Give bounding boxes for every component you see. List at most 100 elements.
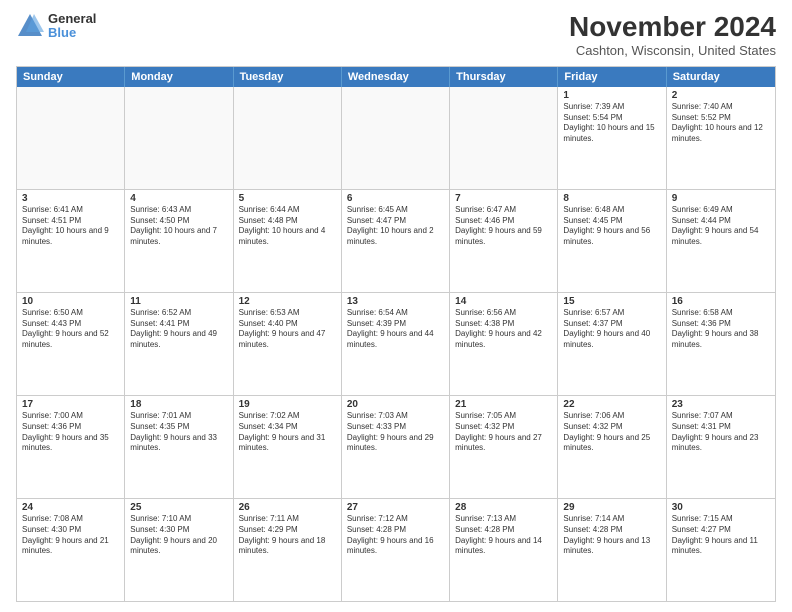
calendar-cell: 17Sunrise: 7:00 AMSunset: 4:36 PMDayligh… xyxy=(17,396,125,498)
calendar-cell: 16Sunrise: 6:58 AMSunset: 4:36 PMDayligh… xyxy=(667,293,775,395)
header-cell-monday: Monday xyxy=(125,67,233,87)
day-number: 22 xyxy=(563,399,660,410)
calendar-cell: 18Sunrise: 7:01 AMSunset: 4:35 PMDayligh… xyxy=(125,396,233,498)
day-number: 13 xyxy=(347,296,444,307)
day-info: Sunrise: 7:00 AMSunset: 4:36 PMDaylight:… xyxy=(22,411,119,454)
calendar-cell: 19Sunrise: 7:02 AMSunset: 4:34 PMDayligh… xyxy=(234,396,342,498)
calendar-cell: 20Sunrise: 7:03 AMSunset: 4:33 PMDayligh… xyxy=(342,396,450,498)
calendar-cell: 29Sunrise: 7:14 AMSunset: 4:28 PMDayligh… xyxy=(558,499,666,601)
logo-blue-text: Blue xyxy=(48,26,96,40)
day-info: Sunrise: 7:14 AMSunset: 4:28 PMDaylight:… xyxy=(563,514,660,557)
day-info: Sunrise: 6:41 AMSunset: 4:51 PMDaylight:… xyxy=(22,205,119,248)
title-block: November 2024 Cashton, Wisconsin, United… xyxy=(569,12,776,58)
calendar-cell: 8Sunrise: 6:48 AMSunset: 4:45 PMDaylight… xyxy=(558,190,666,292)
day-number: 9 xyxy=(672,193,770,204)
calendar-cell: 5Sunrise: 6:44 AMSunset: 4:48 PMDaylight… xyxy=(234,190,342,292)
calendar-row-1: 1Sunrise: 7:39 AMSunset: 5:54 PMDaylight… xyxy=(17,87,775,189)
day-number: 25 xyxy=(130,502,227,513)
day-number: 12 xyxy=(239,296,336,307)
day-number: 5 xyxy=(239,193,336,204)
day-number: 17 xyxy=(22,399,119,410)
day-info: Sunrise: 6:50 AMSunset: 4:43 PMDaylight:… xyxy=(22,308,119,351)
calendar-cell: 1Sunrise: 7:39 AMSunset: 5:54 PMDaylight… xyxy=(558,87,666,189)
calendar-row-5: 24Sunrise: 7:08 AMSunset: 4:30 PMDayligh… xyxy=(17,498,775,601)
calendar-cell: 7Sunrise: 6:47 AMSunset: 4:46 PMDaylight… xyxy=(450,190,558,292)
calendar-cell: 28Sunrise: 7:13 AMSunset: 4:28 PMDayligh… xyxy=(450,499,558,601)
day-info: Sunrise: 7:01 AMSunset: 4:35 PMDaylight:… xyxy=(130,411,227,454)
day-info: Sunrise: 7:11 AMSunset: 4:29 PMDaylight:… xyxy=(239,514,336,557)
day-info: Sunrise: 6:57 AMSunset: 4:37 PMDaylight:… xyxy=(563,308,660,351)
location: Cashton, Wisconsin, United States xyxy=(569,43,776,58)
day-info: Sunrise: 7:40 AMSunset: 5:52 PMDaylight:… xyxy=(672,102,770,145)
day-info: Sunrise: 6:49 AMSunset: 4:44 PMDaylight:… xyxy=(672,205,770,248)
header-cell-thursday: Thursday xyxy=(450,67,558,87)
day-number: 19 xyxy=(239,399,336,410)
calendar-cell: 27Sunrise: 7:12 AMSunset: 4:28 PMDayligh… xyxy=(342,499,450,601)
calendar-cell xyxy=(17,87,125,189)
calendar-cell: 21Sunrise: 7:05 AMSunset: 4:32 PMDayligh… xyxy=(450,396,558,498)
calendar-cell: 12Sunrise: 6:53 AMSunset: 4:40 PMDayligh… xyxy=(234,293,342,395)
header-cell-sunday: Sunday xyxy=(17,67,125,87)
day-info: Sunrise: 6:52 AMSunset: 4:41 PMDaylight:… xyxy=(130,308,227,351)
month-title: November 2024 xyxy=(569,12,776,43)
day-info: Sunrise: 6:58 AMSunset: 4:36 PMDaylight:… xyxy=(672,308,770,351)
day-number: 10 xyxy=(22,296,119,307)
calendar-cell xyxy=(125,87,233,189)
calendar-cell: 14Sunrise: 6:56 AMSunset: 4:38 PMDayligh… xyxy=(450,293,558,395)
calendar-cell: 11Sunrise: 6:52 AMSunset: 4:41 PMDayligh… xyxy=(125,293,233,395)
calendar-cell xyxy=(342,87,450,189)
day-number: 4 xyxy=(130,193,227,204)
day-info: Sunrise: 6:44 AMSunset: 4:48 PMDaylight:… xyxy=(239,205,336,248)
day-number: 11 xyxy=(130,296,227,307)
day-info: Sunrise: 7:10 AMSunset: 4:30 PMDaylight:… xyxy=(130,514,227,557)
day-number: 6 xyxy=(347,193,444,204)
calendar-cell: 6Sunrise: 6:45 AMSunset: 4:47 PMDaylight… xyxy=(342,190,450,292)
calendar-cell: 2Sunrise: 7:40 AMSunset: 5:52 PMDaylight… xyxy=(667,87,775,189)
day-info: Sunrise: 7:02 AMSunset: 4:34 PMDaylight:… xyxy=(239,411,336,454)
day-number: 30 xyxy=(672,502,770,513)
day-number: 20 xyxy=(347,399,444,410)
calendar-cell: 24Sunrise: 7:08 AMSunset: 4:30 PMDayligh… xyxy=(17,499,125,601)
day-info: Sunrise: 7:12 AMSunset: 4:28 PMDaylight:… xyxy=(347,514,444,557)
header-cell-wednesday: Wednesday xyxy=(342,67,450,87)
calendar-row-4: 17Sunrise: 7:00 AMSunset: 4:36 PMDayligh… xyxy=(17,395,775,498)
calendar-cell: 26Sunrise: 7:11 AMSunset: 4:29 PMDayligh… xyxy=(234,499,342,601)
day-number: 16 xyxy=(672,296,770,307)
calendar-cell: 4Sunrise: 6:43 AMSunset: 4:50 PMDaylight… xyxy=(125,190,233,292)
calendar-cell xyxy=(450,87,558,189)
calendar-cell: 23Sunrise: 7:07 AMSunset: 4:31 PMDayligh… xyxy=(667,396,775,498)
calendar-row-2: 3Sunrise: 6:41 AMSunset: 4:51 PMDaylight… xyxy=(17,189,775,292)
day-info: Sunrise: 7:06 AMSunset: 4:32 PMDaylight:… xyxy=(563,411,660,454)
calendar-cell: 13Sunrise: 6:54 AMSunset: 4:39 PMDayligh… xyxy=(342,293,450,395)
calendar-cell: 22Sunrise: 7:06 AMSunset: 4:32 PMDayligh… xyxy=(558,396,666,498)
day-info: Sunrise: 7:05 AMSunset: 4:32 PMDaylight:… xyxy=(455,411,552,454)
day-number: 1 xyxy=(563,90,660,101)
calendar-cell: 25Sunrise: 7:10 AMSunset: 4:30 PMDayligh… xyxy=(125,499,233,601)
day-number: 28 xyxy=(455,502,552,513)
day-number: 26 xyxy=(239,502,336,513)
day-info: Sunrise: 7:39 AMSunset: 5:54 PMDaylight:… xyxy=(563,102,660,145)
calendar-cell: 10Sunrise: 6:50 AMSunset: 4:43 PMDayligh… xyxy=(17,293,125,395)
calendar: SundayMondayTuesdayWednesdayThursdayFrid… xyxy=(16,66,776,602)
logo-general-text: General xyxy=(48,12,96,26)
day-info: Sunrise: 7:08 AMSunset: 4:30 PMDaylight:… xyxy=(22,514,119,557)
calendar-header: SundayMondayTuesdayWednesdayThursdayFrid… xyxy=(17,67,775,87)
day-number: 23 xyxy=(672,399,770,410)
day-info: Sunrise: 6:43 AMSunset: 4:50 PMDaylight:… xyxy=(130,205,227,248)
day-info: Sunrise: 7:15 AMSunset: 4:27 PMDaylight:… xyxy=(672,514,770,557)
calendar-cell: 15Sunrise: 6:57 AMSunset: 4:37 PMDayligh… xyxy=(558,293,666,395)
day-number: 14 xyxy=(455,296,552,307)
day-number: 7 xyxy=(455,193,552,204)
day-info: Sunrise: 7:13 AMSunset: 4:28 PMDaylight:… xyxy=(455,514,552,557)
day-info: Sunrise: 6:48 AMSunset: 4:45 PMDaylight:… xyxy=(563,205,660,248)
day-info: Sunrise: 6:45 AMSunset: 4:47 PMDaylight:… xyxy=(347,205,444,248)
day-number: 8 xyxy=(563,193,660,204)
day-number: 27 xyxy=(347,502,444,513)
calendar-body: 1Sunrise: 7:39 AMSunset: 5:54 PMDaylight… xyxy=(17,87,775,601)
calendar-row-3: 10Sunrise: 6:50 AMSunset: 4:43 PMDayligh… xyxy=(17,292,775,395)
day-number: 18 xyxy=(130,399,227,410)
day-number: 2 xyxy=(672,90,770,101)
calendar-cell xyxy=(234,87,342,189)
header-cell-tuesday: Tuesday xyxy=(234,67,342,87)
header: General Blue November 2024 Cashton, Wisc… xyxy=(16,12,776,58)
